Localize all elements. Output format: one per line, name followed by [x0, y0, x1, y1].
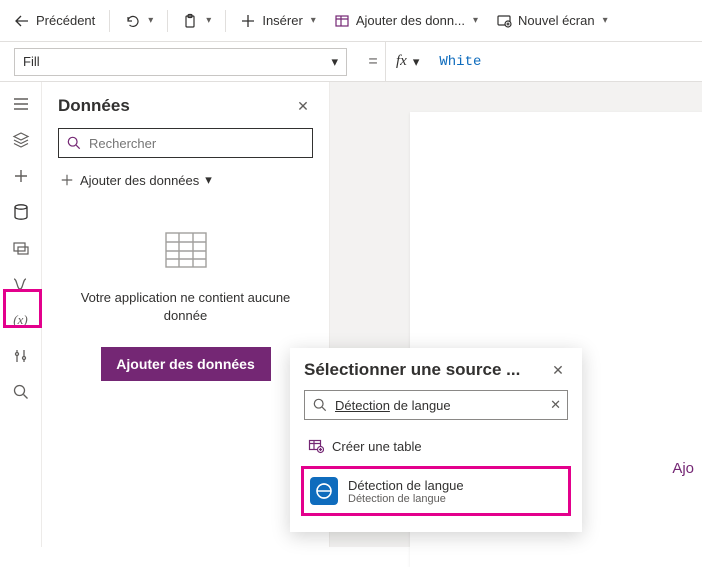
rail-search[interactable] [5, 376, 37, 408]
connector-name: Détection de langue [348, 478, 464, 493]
insert-button[interactable]: Insérer ▾ [232, 6, 324, 36]
equals-sign: = [361, 53, 385, 71]
media-icon [12, 239, 30, 257]
hamburger-icon [12, 95, 30, 113]
select-source-popup: Sélectionner une source ... ✕ Détection … [290, 348, 582, 532]
layers-icon [12, 131, 30, 149]
plus-icon [60, 173, 74, 187]
rail-insert[interactable] [5, 160, 37, 192]
data-panel: Données ✕ Ajouter des données ▾ Votre ap… [42, 82, 330, 547]
data-search-input[interactable] [89, 136, 304, 151]
property-name: Fill [23, 54, 40, 69]
add-data-label: Ajouter des donn... [356, 13, 465, 28]
insert-label: Insérer [262, 13, 302, 28]
table-plus-icon [308, 438, 324, 454]
chevron-down-icon: ▾ [205, 172, 212, 188]
popup-title: Sélectionner une source ... [304, 360, 520, 380]
close-panel-button[interactable]: ✕ [293, 96, 313, 116]
rail-flows[interactable] [5, 268, 37, 300]
search-icon [313, 398, 327, 412]
divider [109, 10, 110, 32]
close-popup-button[interactable]: ✕ [548, 360, 568, 380]
app-toolbar: Précédent ▾ ▾ Insérer ▾ Ajouter des donn… [0, 0, 702, 42]
connector-text: Détection de langue Détection de langue [348, 478, 464, 505]
formula-input[interactable] [429, 42, 702, 81]
chevron-down-icon: ▾ [148, 15, 153, 26]
undo-button[interactable]: ▾ [116, 6, 161, 36]
rail-data[interactable] [5, 196, 37, 228]
new-screen-button[interactable]: Nouvel écran ▾ [488, 6, 616, 36]
left-rail: (x) [0, 82, 42, 547]
sliders-icon [12, 347, 30, 365]
data-panel-title: Données [58, 96, 130, 116]
rail-variables[interactable]: (x) [5, 304, 37, 336]
data-search-box[interactable] [58, 128, 313, 158]
connector-icon [310, 477, 338, 505]
popup-search-value[interactable]: Détection de langue [335, 398, 451, 413]
clipboard-icon [182, 13, 198, 29]
rail-media[interactable] [5, 232, 37, 264]
new-screen-label: Nouvel écran [518, 13, 595, 28]
add-data-link[interactable]: Ajouter des données ▾ [58, 168, 313, 192]
chevron-down-icon: ▾ [206, 15, 211, 26]
chevron-down-icon: ▾ [473, 15, 478, 26]
search-icon [12, 383, 30, 401]
create-table-option[interactable]: Créer une table [304, 430, 568, 462]
divider [225, 10, 226, 32]
rail-tree[interactable] [5, 124, 37, 156]
popup-search-box[interactable]: Détection de langue ✕ [304, 390, 568, 420]
chevron-down-icon: ▾ [311, 15, 316, 26]
plus-icon [12, 167, 30, 185]
table-empty-icon [165, 232, 207, 268]
database-icon [12, 203, 30, 221]
flow-icon [12, 275, 30, 293]
divider [167, 10, 168, 32]
chevron-down-icon: ▾ [331, 54, 338, 70]
plus-icon [240, 13, 256, 29]
search-icon [67, 136, 81, 150]
fx-button[interactable]: fx ▾ [385, 42, 429, 81]
empty-state-text: Votre application ne contient aucune don… [58, 289, 313, 325]
paste-button[interactable]: ▾ [174, 6, 219, 36]
screen-icon [496, 13, 512, 29]
rail-hamburger[interactable] [5, 88, 37, 120]
fx-icon: fx [396, 53, 407, 70]
empty-state: Votre application ne contient aucune don… [58, 232, 313, 381]
undo-icon [124, 13, 140, 29]
connector-sub: Détection de langue [348, 493, 464, 505]
table-icon [334, 13, 350, 29]
add-data-button-primary[interactable]: Ajouter des données [101, 347, 271, 381]
arrow-left-icon [14, 13, 30, 29]
connector-result[interactable]: Détection de langue Détection de langue [301, 466, 571, 516]
variable-icon: (x) [13, 312, 27, 328]
back-label: Précédent [36, 13, 95, 28]
property-selector[interactable]: Fill ▾ [14, 48, 347, 76]
back-button[interactable]: Précédent [6, 6, 103, 36]
formula-bar: Fill ▾ = fx ▾ [0, 42, 702, 82]
add-data-link-label: Ajouter des données [80, 173, 199, 188]
canvas-peek-text: Ajo [672, 460, 694, 477]
chevron-down-icon: ▾ [413, 54, 420, 70]
create-table-label: Créer une table [332, 439, 422, 454]
rail-tools[interactable] [5, 340, 37, 372]
chevron-down-icon: ▾ [603, 15, 608, 26]
clear-search-button[interactable]: ✕ [550, 397, 561, 413]
add-data-button[interactable]: Ajouter des donn... ▾ [326, 6, 486, 36]
